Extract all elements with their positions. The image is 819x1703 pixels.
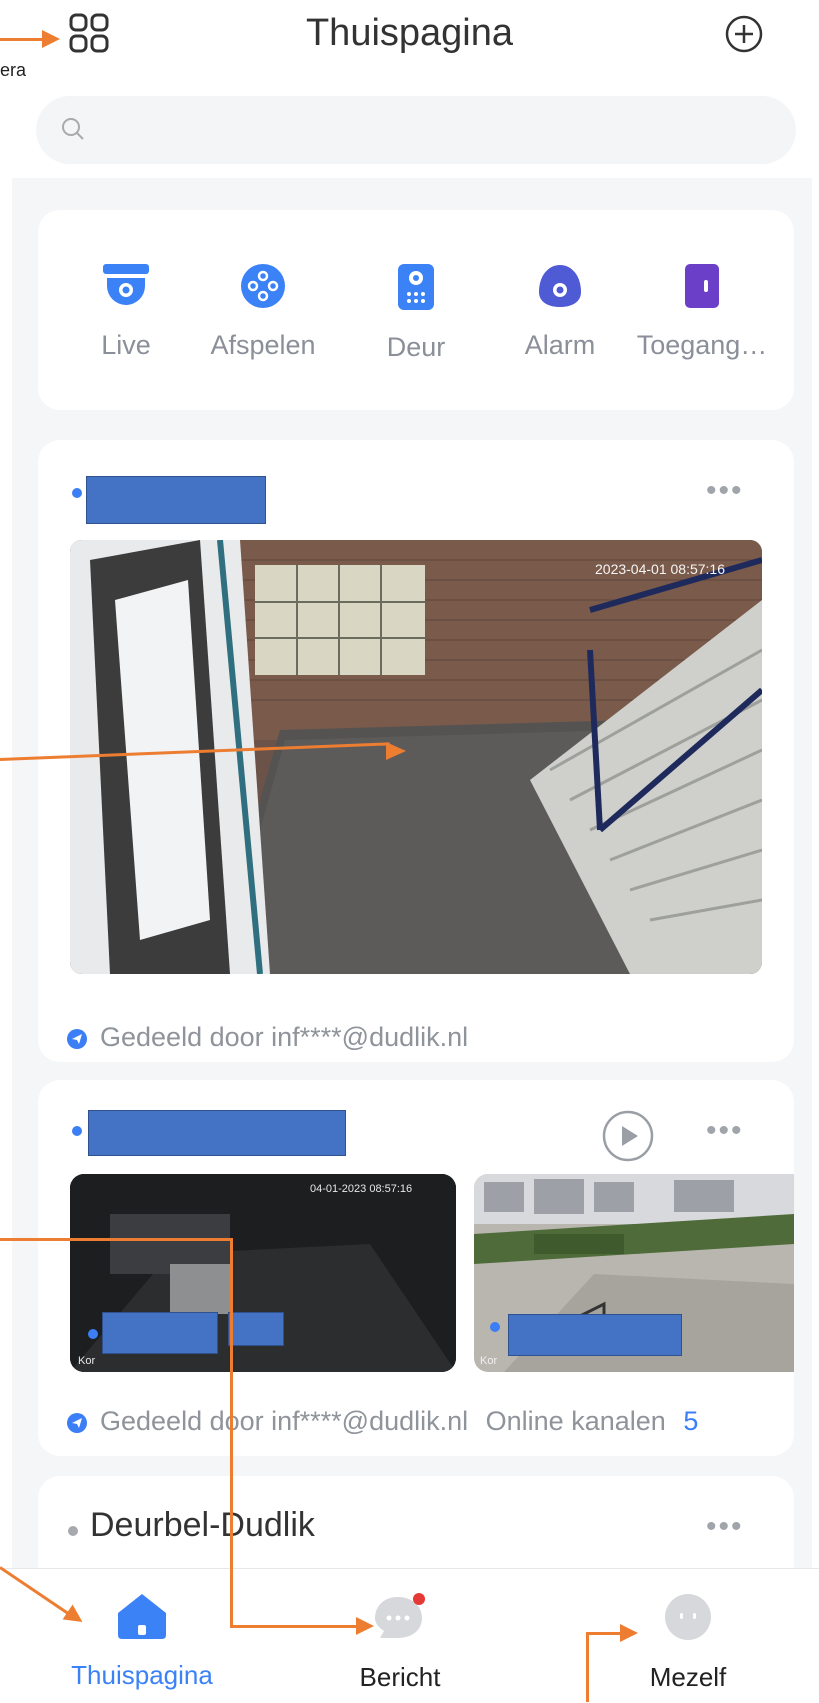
status-dot bbox=[72, 488, 82, 498]
quick-action-playback[interactable]: Afspelen bbox=[193, 262, 333, 361]
shared-by-text: Gedeeld door inf****@dudlik.nl bbox=[100, 1406, 469, 1436]
annotation-arrow bbox=[230, 1238, 233, 1628]
camera-feed-image[interactable]: 2023-04-01 08:57:16 bbox=[70, 540, 762, 974]
quick-action-label: Toegang… bbox=[636, 330, 768, 360]
channel-prefix: Kor bbox=[78, 1355, 95, 1367]
access-icon bbox=[685, 264, 719, 308]
annotation-arrow bbox=[0, 38, 46, 41]
annotation-arrowhead bbox=[356, 1617, 374, 1635]
nav-label: Mezelf bbox=[649, 1662, 727, 1692]
annotation-arrow bbox=[230, 1625, 360, 1628]
nav-tab-profile[interactable]: Mezelf bbox=[588, 1591, 788, 1693]
channel-prefix: Kor bbox=[480, 1355, 497, 1367]
search-input[interactable] bbox=[102, 96, 766, 166]
redacted-device-name bbox=[86, 476, 266, 524]
bottom-nav: Thuispagina Bericht Mezelf bbox=[0, 1568, 819, 1703]
status-dot bbox=[68, 1526, 78, 1536]
more-options-icon[interactable]: ••• bbox=[706, 1114, 744, 1148]
redacted-channel-name bbox=[508, 1314, 682, 1356]
quick-action-label: Afspelen bbox=[210, 330, 316, 360]
nav-label: Bericht bbox=[359, 1662, 441, 1692]
annotation-arrow bbox=[0, 1238, 232, 1241]
shared-by-row: Gedeeld door inf****@dudlik.nl bbox=[66, 1022, 468, 1053]
channel-thumbnail[interactable]: 04-01-2023 08:57:16 Kor bbox=[70, 1174, 456, 1372]
alarm-icon bbox=[539, 265, 581, 307]
more-options-icon[interactable]: ••• bbox=[706, 474, 744, 508]
shared-by-row: Gedeeld door inf****@dudlik.nl Online ka… bbox=[66, 1406, 698, 1437]
message-icon bbox=[375, 1593, 425, 1638]
camera-timestamp: 2023-04-01 08:57:16 bbox=[595, 561, 725, 577]
doorbell-icon bbox=[398, 264, 434, 310]
redacted-channel-name bbox=[228, 1312, 284, 1346]
redacted-channel-name bbox=[102, 1312, 218, 1354]
camera-dome-icon bbox=[103, 264, 149, 305]
quick-action-door[interactable]: Deur bbox=[346, 262, 486, 363]
quick-action-label: Alarm bbox=[524, 330, 596, 360]
annotation-label: era bbox=[0, 60, 27, 80]
annotation-arrowhead bbox=[42, 30, 60, 48]
profile-icon bbox=[665, 1594, 711, 1640]
online-channels-count: 5 bbox=[683, 1406, 699, 1436]
page-title: Thuispagina bbox=[305, 12, 514, 54]
redacted-device-name bbox=[88, 1110, 346, 1156]
annotation-arrow bbox=[586, 1632, 589, 1702]
shared-by-text: Gedeeld door inf****@dudlik.nl bbox=[100, 1022, 469, 1052]
channel-thumbnail[interactable]: Kor bbox=[474, 1174, 794, 1372]
annotation-arrow bbox=[586, 1632, 624, 1635]
status-dot bbox=[490, 1322, 500, 1332]
online-channels-label: Online kanalen bbox=[485, 1406, 666, 1436]
play-icon[interactable] bbox=[602, 1110, 654, 1162]
quick-action-label: Live bbox=[101, 330, 151, 360]
plus-circle-icon[interactable] bbox=[724, 14, 764, 54]
device-name: Deurbel-Dudlik bbox=[90, 1506, 315, 1544]
quick-action-alarm[interactable]: Alarm bbox=[490, 262, 630, 361]
quick-action-live[interactable]: Live bbox=[56, 262, 196, 361]
status-dot bbox=[88, 1329, 98, 1339]
quick-action-label: Deur bbox=[386, 332, 446, 362]
share-icon bbox=[67, 1028, 87, 1049]
quick-actions-card: Live Afspelen Deur Alarm Toegang… bbox=[38, 210, 794, 410]
more-options-icon[interactable]: ••• bbox=[706, 1510, 744, 1544]
nav-label: Thuispagina bbox=[71, 1660, 213, 1690]
top-bar: Thuispagina era bbox=[0, 0, 819, 80]
annotation-arrowhead bbox=[386, 742, 406, 760]
quick-action-access[interactable]: Toegang… bbox=[632, 262, 772, 361]
playback-icon bbox=[241, 264, 285, 308]
share-icon bbox=[67, 1412, 87, 1433]
annotation-arrowhead bbox=[620, 1624, 638, 1642]
search-bar[interactable] bbox=[36, 96, 796, 166]
camera-timestamp: 04-01-2023 08:57:16 bbox=[310, 1183, 412, 1195]
device-card[interactable]: ••• 04-01-2023 08:57:16 Kor Kor Gedeeld … bbox=[38, 1080, 794, 1456]
home-icon bbox=[118, 1594, 166, 1639]
search-icon bbox=[62, 118, 84, 140]
nav-tab-messages[interactable]: Bericht bbox=[300, 1591, 500, 1693]
status-dot bbox=[72, 1126, 82, 1136]
grid-icon[interactable] bbox=[68, 12, 110, 54]
